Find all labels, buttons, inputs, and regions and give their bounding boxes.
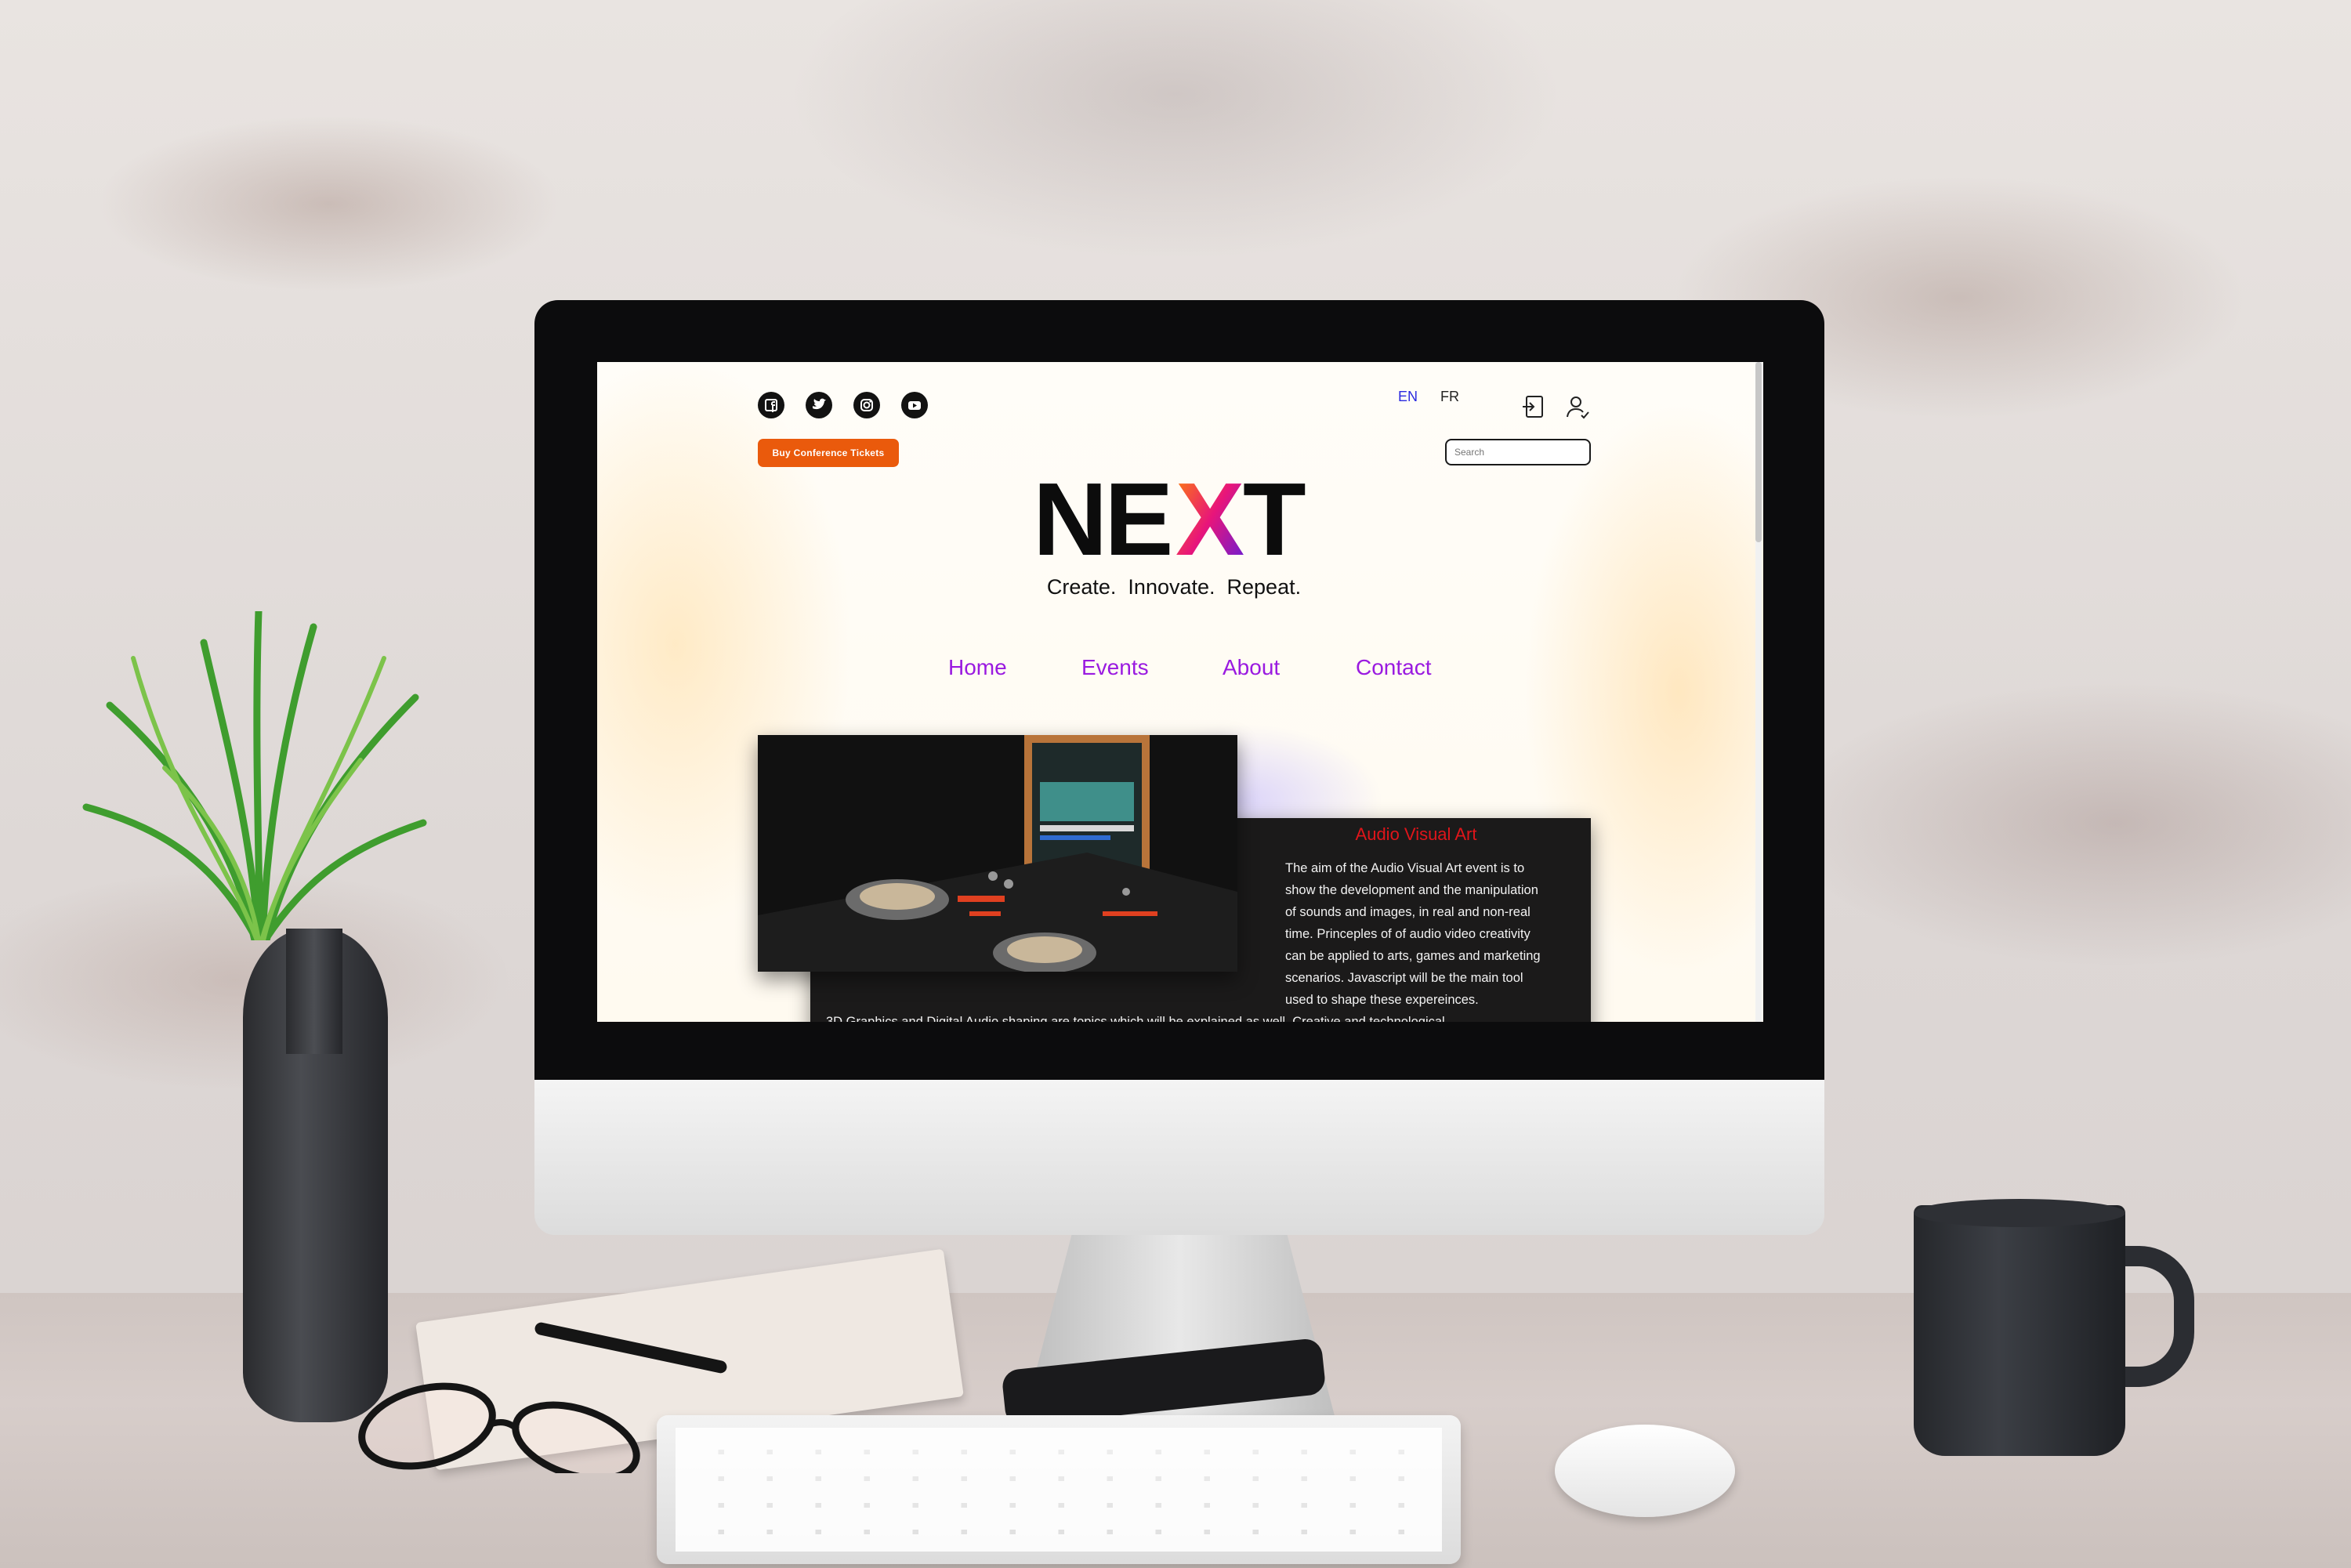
- login-icon[interactable]: [1520, 393, 1547, 420]
- dj-controller-image: [758, 735, 1237, 972]
- language-en[interactable]: EN: [1398, 389, 1418, 405]
- body-line: show the development and the manipulatio…: [1285, 883, 1538, 897]
- body-line: of sounds and images, in real and non-re…: [1285, 905, 1531, 919]
- body-line: time. Princeples of of audio video creat…: [1285, 927, 1531, 941]
- svg-text:T: T: [1243, 470, 1306, 572]
- website-screen: EN FR Buy Conference Tickets NE X T Crea…: [597, 362, 1763, 1022]
- nav-about[interactable]: About: [1223, 655, 1280, 680]
- body-line: The aim of the Audio Visual Art event is…: [1285, 861, 1525, 875]
- instagram-icon[interactable]: [853, 392, 880, 418]
- plant: [82, 611, 427, 940]
- feature-card-title: Audio Visual Art: [1355, 824, 1477, 844]
- tagline: Create. Innovate. Repeat.: [1046, 575, 1302, 599]
- feature-card-body-continued: 3D Graphics and Digital Audio shaping ar…: [826, 1015, 1445, 1022]
- language-fr[interactable]: FR: [1440, 389, 1459, 405]
- keyboard-keys: [676, 1428, 1442, 1552]
- keyboard: [657, 1415, 1461, 1564]
- buy-tickets-button[interactable]: Buy Conference Tickets: [758, 439, 899, 467]
- facebook-icon[interactable]: [758, 392, 784, 418]
- nav-home[interactable]: Home: [948, 655, 1007, 680]
- body-line: scenarios. Javascript will be the main t…: [1285, 971, 1523, 985]
- coffee-mug: [1914, 1205, 2125, 1456]
- monitor-chin: [534, 1080, 1824, 1235]
- svg-text:X: X: [1176, 470, 1244, 572]
- nav-events[interactable]: Events: [1081, 655, 1149, 680]
- feature-card-body: The aim of the Audio Visual Art event is…: [1285, 857, 1577, 1011]
- mouse: [1555, 1425, 1735, 1517]
- user-icon[interactable]: [1564, 393, 1591, 420]
- next-logo: NE X T: [1033, 470, 1306, 572]
- svg-text:NE: NE: [1033, 470, 1170, 572]
- nav-contact[interactable]: Contact: [1356, 655, 1432, 680]
- search-input[interactable]: [1445, 439, 1591, 465]
- twitter-icon[interactable]: [806, 392, 832, 418]
- body-line: used to shape these expereinces.: [1285, 993, 1479, 1007]
- vase-neck: [286, 929, 342, 1054]
- youtube-icon[interactable]: [901, 392, 928, 418]
- eyeglasses: [358, 1382, 640, 1473]
- body-line: can be applied to arts, games and market…: [1285, 949, 1541, 963]
- scrollbar-thumb[interactable]: [1755, 362, 1762, 542]
- mug-rim: [1914, 1199, 2125, 1227]
